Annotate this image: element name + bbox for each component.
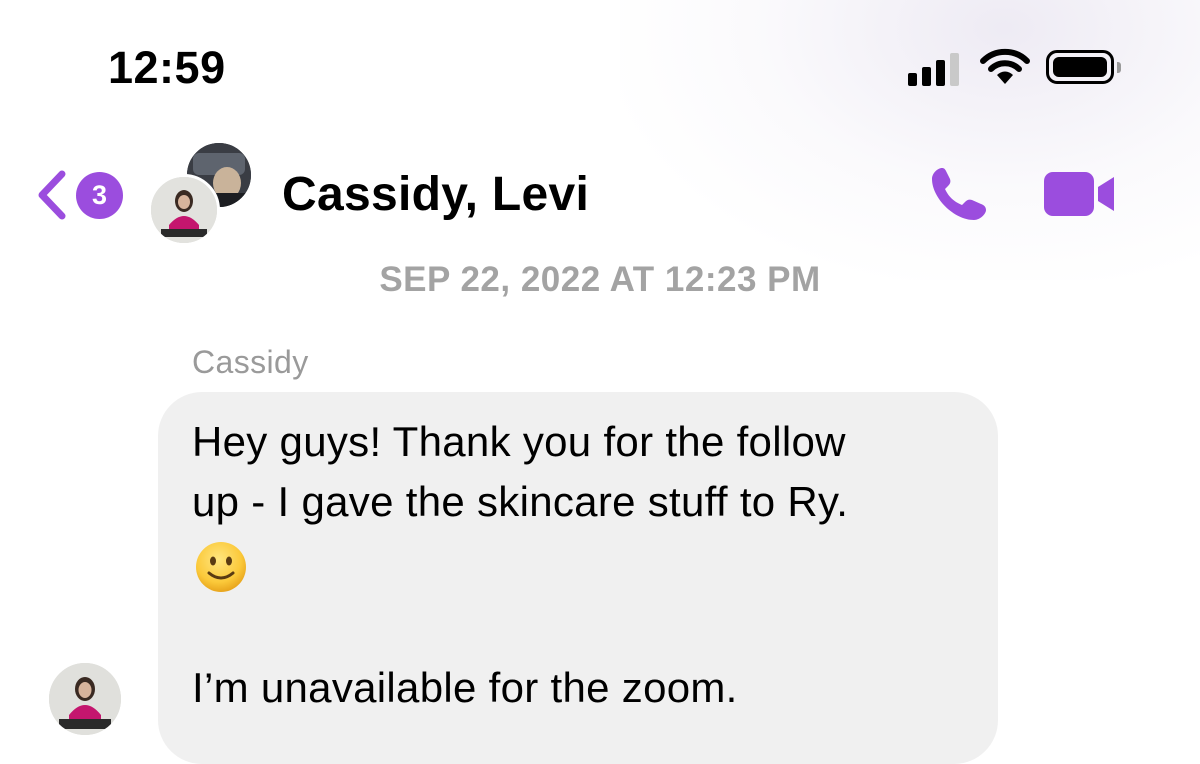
avatar-photo (151, 177, 217, 243)
sender-name: Cassidy (192, 344, 309, 380)
battery-full-icon (1046, 50, 1121, 84)
message-text-line: Hey guys! Thank you for the follow (192, 418, 846, 465)
avatar-cassidy[interactable] (148, 174, 220, 246)
status-time: 12:59 (108, 42, 226, 93)
wifi-icon (980, 48, 1030, 84)
slightly-smiling-face-icon (196, 542, 246, 592)
video-camera-icon[interactable] (1042, 170, 1118, 218)
message-timestamp: SEP 22, 2022 AT 12:23 PM (379, 260, 821, 299)
unread-count-badge: 3 (76, 172, 123, 219)
conversation-title[interactable]: Cassidy, Levi (282, 167, 589, 222)
phone-icon[interactable] (928, 164, 990, 224)
cellular-signal-icon (908, 52, 964, 86)
chevron-left-icon (38, 170, 66, 220)
background-glow (620, 0, 1200, 280)
avatar-photo (49, 663, 121, 735)
message-text-line: I’m unavailable for the zoom. (192, 664, 738, 711)
message-sender-avatar[interactable] (46, 660, 124, 738)
message-text-line: up - I gave the skincare stuff to Ry. (192, 478, 849, 525)
